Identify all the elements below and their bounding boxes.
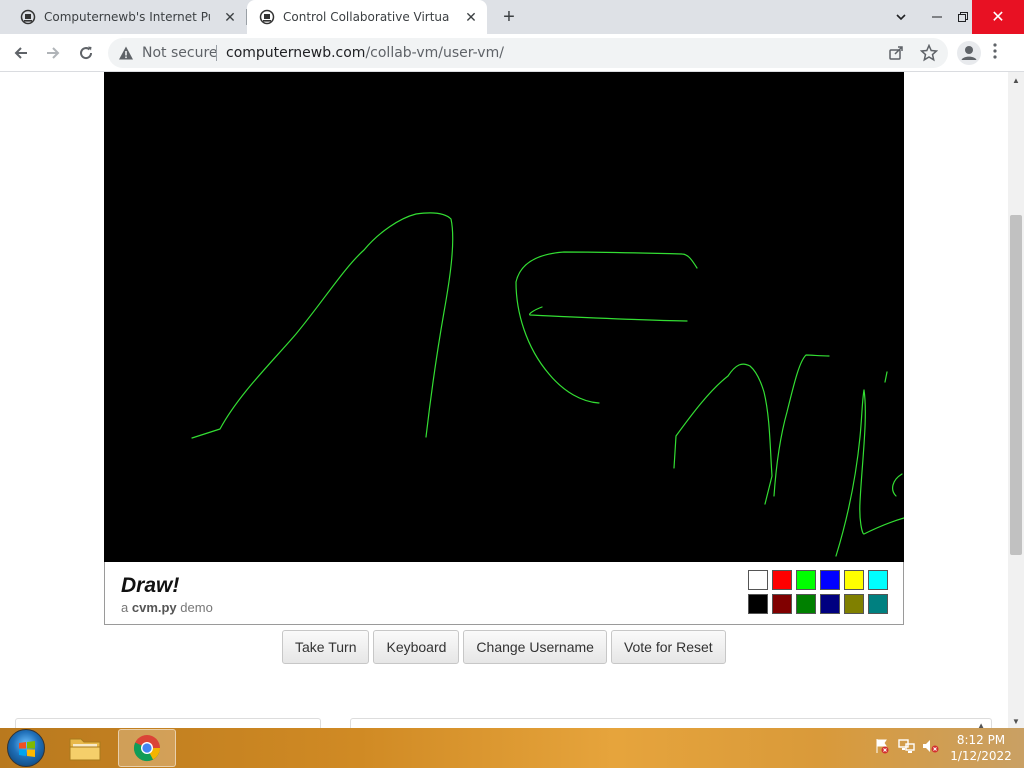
- chat-panel: ▲: [350, 718, 992, 728]
- taskbar-chrome[interactable]: [118, 729, 176, 767]
- change-username-button[interactable]: Change Username: [463, 630, 607, 664]
- reload-icon[interactable]: [71, 38, 101, 68]
- url-path: /collab-vm/user-vm/: [365, 45, 504, 61]
- scroll-down-arrow-icon[interactable]: ▼: [1012, 717, 1020, 726]
- color-swatch[interactable]: [747, 593, 769, 615]
- url-host: computernewb.com: [226, 45, 366, 61]
- profile-avatar-icon[interactable]: [956, 40, 982, 66]
- page-viewport: Draw! a cvm.py demo Take Turn Keyboard C…: [0, 72, 1008, 728]
- close-tab-icon[interactable]: ✕: [463, 9, 479, 25]
- take-turn-button[interactable]: Take Turn: [282, 630, 370, 664]
- windows-logo-icon: [19, 741, 35, 757]
- color-swatch[interactable]: [819, 593, 841, 615]
- network-icon[interactable]: [898, 738, 916, 759]
- stroke-n-right: [773, 354, 830, 497]
- color-swatch[interactable]: [771, 593, 793, 615]
- computernewb-favicon-icon: [259, 9, 275, 25]
- scroll-thumb[interactable]: [1010, 215, 1022, 555]
- new-tab-icon[interactable]: +: [500, 6, 518, 28]
- omnibox-divider: [216, 45, 217, 61]
- vote-reset-button[interactable]: Vote for Reset: [610, 630, 726, 664]
- share-icon[interactable]: [888, 45, 904, 66]
- vm-display[interactable]: [104, 72, 904, 562]
- tab-collab-vm[interactable]: Control Collaborative Virtual Machine ✕: [247, 0, 487, 34]
- tab-title: Control Collaborative Virtual Machine: [283, 10, 449, 24]
- bookmark-star-icon[interactable]: [919, 43, 939, 67]
- tab-title: Computernewb's Internet Pub Hub: [44, 10, 210, 24]
- draw-title: Draw!: [121, 574, 180, 597]
- stroke-b: [835, 389, 904, 557]
- subtitle-suffix: demo: [180, 600, 213, 615]
- color-swatch[interactable]: [867, 593, 889, 615]
- clock-time: 8:12 PM: [956, 733, 1006, 747]
- color-swatch[interactable]: [795, 569, 817, 591]
- stroke-a: [191, 212, 454, 439]
- security-label[interactable]: Not secure: [142, 45, 218, 61]
- drawing-canvas[interactable]: [104, 72, 904, 562]
- keyboard-button[interactable]: Keyboard: [373, 630, 460, 664]
- chrome-icon: [133, 735, 160, 762]
- warning-icon[interactable]: [118, 45, 134, 66]
- users-panel: [15, 718, 321, 728]
- stroke-b-top: [884, 371, 903, 497]
- stroke-n: [673, 363, 773, 505]
- color-swatch[interactable]: [819, 569, 841, 591]
- back-arrow-icon[interactable]: [6, 38, 36, 68]
- subtitle-brand: cvm.py: [131, 600, 177, 615]
- scroll-up-arrow-icon[interactable]: ▲: [1012, 76, 1020, 85]
- close-window-icon[interactable]: ✕: [972, 0, 1024, 34]
- forward-arrow-icon[interactable]: [38, 38, 68, 68]
- tab-strip: Computernewb's Internet Pub Hub ✕ Contro…: [0, 0, 1024, 34]
- start-button[interactable]: [7, 729, 45, 767]
- color-swatch[interactable]: [747, 569, 769, 591]
- action-center-flag-icon[interactable]: [874, 738, 890, 759]
- vm-controls: Take Turn Keyboard Change Username Vote …: [282, 630, 726, 664]
- color-swatch[interactable]: [843, 593, 865, 615]
- clock-date: 1/12/2022: [950, 749, 1012, 763]
- address-bar[interactable]: Not secure computernewb.com/collab-vm/us…: [108, 38, 948, 68]
- color-swatch[interactable]: [843, 569, 865, 591]
- taskbar-explorer[interactable]: [56, 729, 114, 767]
- url-text[interactable]: computernewb.com/collab-vm/user-vm/: [226, 45, 504, 61]
- subtitle-prefix: a: [121, 600, 129, 615]
- system-clock[interactable]: 8:12 PM 1/12/2022: [946, 732, 1016, 764]
- color-swatch[interactable]: [771, 569, 793, 591]
- color-swatch[interactable]: [795, 593, 817, 615]
- stroke-e-mid: [529, 306, 688, 322]
- draw-subtitle: a cvm.py demo: [121, 600, 213, 615]
- folder-icon: [69, 738, 101, 761]
- draw-info-bar: Draw! a cvm.py demo: [104, 562, 904, 625]
- menu-kebab-icon[interactable]: [993, 43, 997, 64]
- tab-search-chevron-icon[interactable]: [884, 0, 918, 34]
- volume-muted-icon[interactable]: [922, 738, 940, 759]
- color-swatch[interactable]: [867, 569, 889, 591]
- computernewb-favicon-icon: [20, 9, 36, 25]
- stroke-e-top: [515, 251, 698, 404]
- chat-scroll-chevron-icon[interactable]: ▲: [977, 721, 985, 728]
- close-tab-icon[interactable]: ✕: [222, 9, 238, 25]
- page-scrollbar[interactable]: ▲ ▼: [1008, 72, 1024, 728]
- browser-toolbar: Not secure computernewb.com/collab-vm/us…: [0, 34, 1024, 72]
- windows-taskbar: 8:12 PM 1/12/2022: [0, 728, 1024, 768]
- tab-pub-hub[interactable]: Computernewb's Internet Pub Hub ✕: [0, 0, 246, 34]
